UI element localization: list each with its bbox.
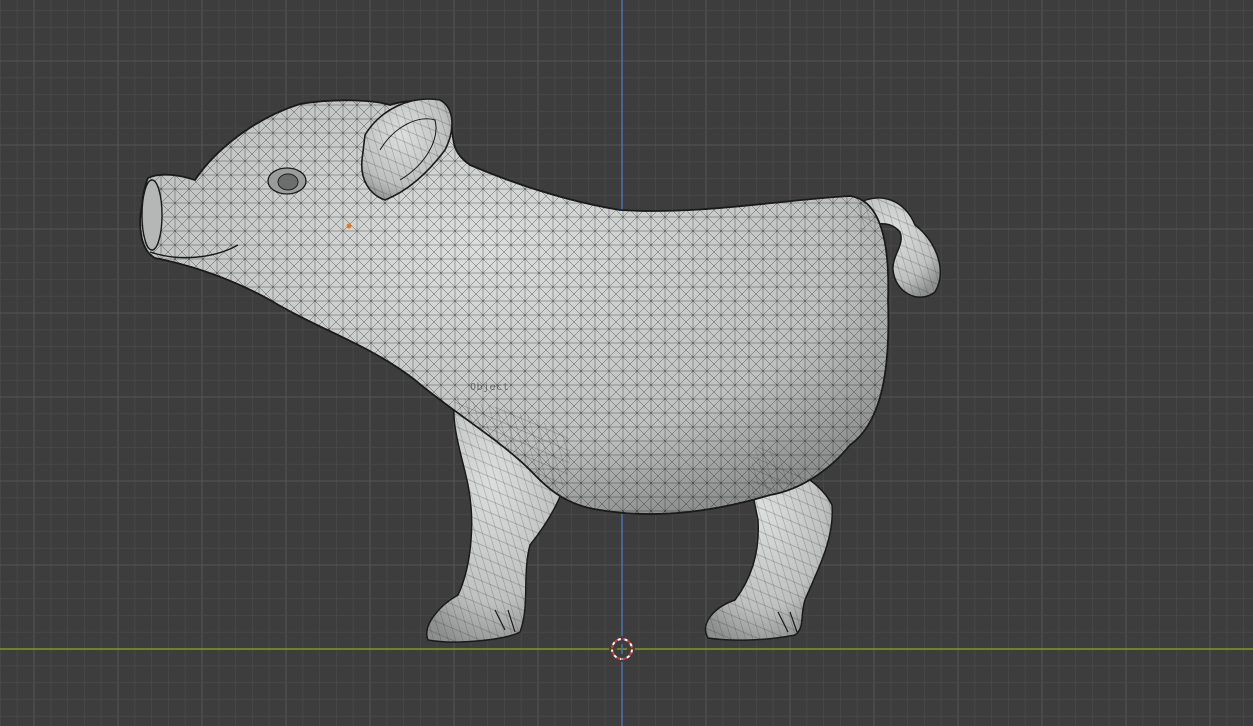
pig-body-group (139, 98, 941, 643)
3d-viewport[interactable]: Object (0, 0, 1253, 726)
object-origin-icon (346, 223, 352, 229)
object-name-label: Object (470, 382, 510, 393)
pig-snout (141, 179, 163, 251)
3d-cursor-icon[interactable] (609, 636, 635, 662)
pig-mesh-model[interactable] (0, 0, 1253, 726)
